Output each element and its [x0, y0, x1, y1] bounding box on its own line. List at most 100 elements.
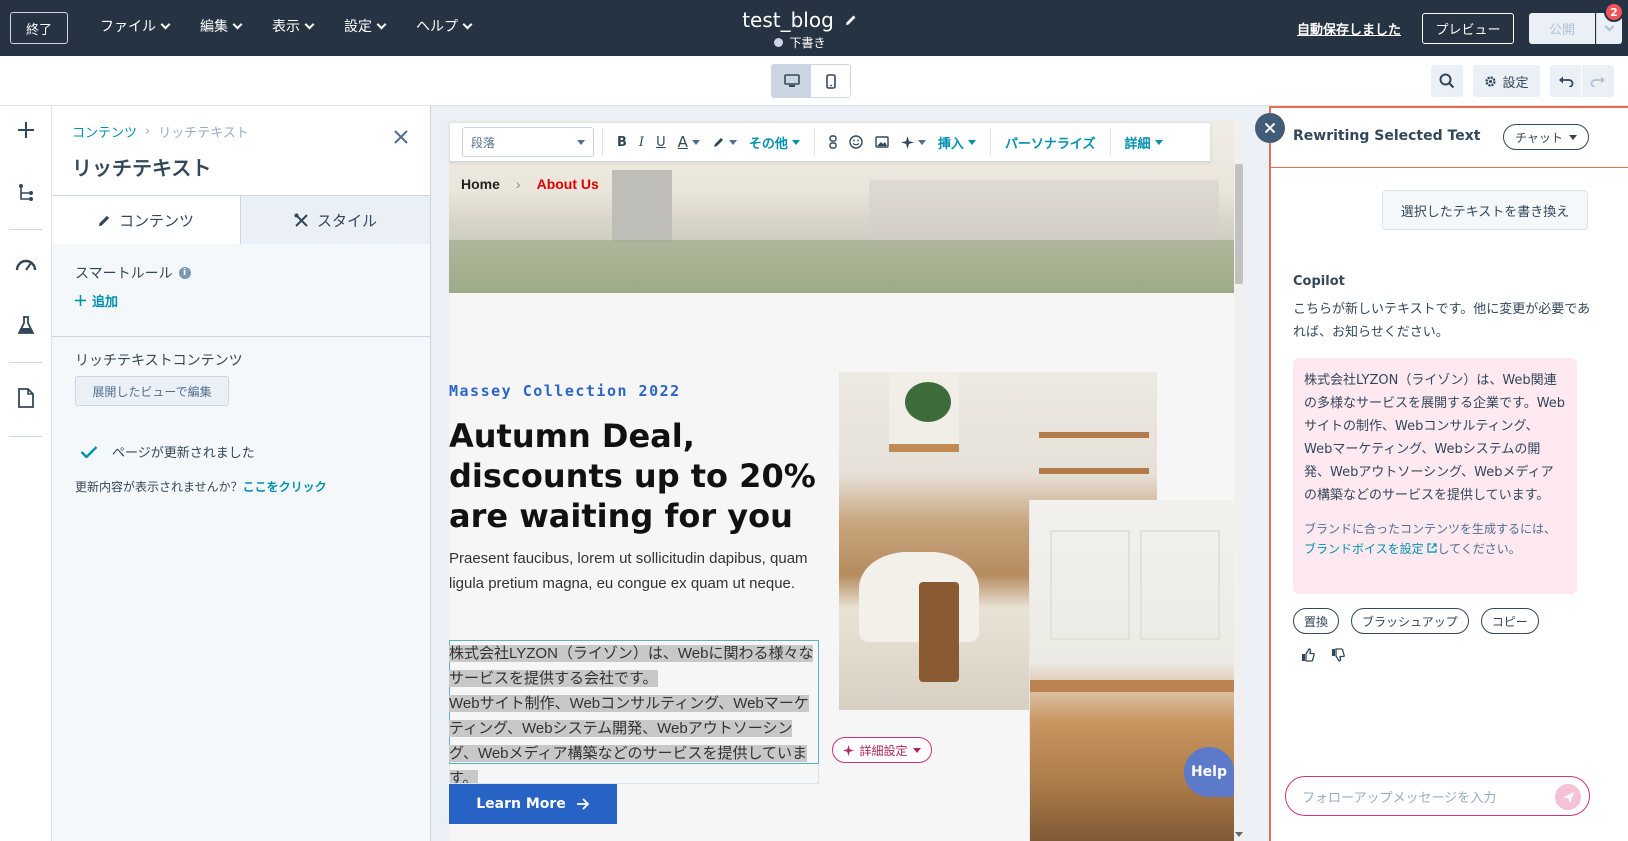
autosave-link[interactable]: 自動保存しました: [1297, 19, 1401, 38]
redo-button[interactable]: [1582, 65, 1614, 97]
desktop-view-button[interactable]: [772, 65, 811, 97]
eyebrow-text[interactable]: Massey Collection 2022: [449, 382, 681, 400]
copilot-panel: Rewriting Selected Text チャット 選択したテキストを書き…: [1269, 106, 1628, 841]
ai-assist-button[interactable]: [900, 135, 926, 149]
menu-help-label: ヘルプ: [416, 19, 458, 35]
caret-down-icon: [1568, 134, 1577, 140]
refresh-link[interactable]: ここをクリック: [243, 480, 327, 494]
search-button[interactable]: [1431, 65, 1463, 97]
bold-button[interactable]: B: [617, 135, 627, 150]
copilot-intro-message: こちらが新しいテキストです。他に変更が必要であれば、お知らせください。: [1293, 302, 1591, 340]
status-dot-icon: [774, 38, 784, 47]
hero-heading[interactable]: Autumn Deal, discounts up to 20% are wai…: [449, 416, 829, 536]
paragraph-format-select[interactable]: 段落: [462, 127, 594, 157]
insert-button[interactable]: 挿入: [938, 133, 976, 152]
layers-button[interactable]: [14, 180, 38, 204]
replace-button[interactable]: 置換: [1293, 608, 1340, 634]
brand-voice-link-label: ブランドボイスを設定: [1304, 542, 1424, 556]
menu-edit[interactable]: 編集: [200, 16, 243, 36]
exit-button[interactable]: 終了: [10, 12, 68, 44]
tab-content[interactable]: コンテンツ: [52, 196, 241, 244]
learn-more-button[interactable]: Learn More: [449, 784, 617, 824]
module-outline: [449, 764, 819, 784]
italic-button[interactable]: I: [639, 135, 644, 150]
rewrite-result-text: 株式会社LYZON（ライゾン）は、Web関連の多様なサービスを展開する企業です。…: [1304, 373, 1566, 503]
scroll-down-icon[interactable]: [1235, 830, 1243, 838]
advanced-settings-button[interactable]: 詳細設定: [832, 737, 932, 763]
page-breadcrumb-home[interactable]: Home: [461, 176, 500, 192]
close-icon[interactable]: [392, 128, 410, 146]
thumbs-up-icon[interactable]: [1301, 648, 1315, 662]
page-title[interactable]: test_blog: [742, 8, 834, 32]
info-icon[interactable]: i: [178, 267, 191, 279]
personalize-button[interactable]: パーソナライズ: [1005, 133, 1096, 152]
caret-down-icon: [912, 747, 921, 753]
module-side-panel: コンテンツ › リッチテキスト リッチテキスト コンテンツ スタイル スマートル…: [52, 106, 431, 841]
selected-text-line1: 株式会社LYZON（ライゾン）は、Webに関わる様々なサービスを提供する会社です…: [449, 645, 814, 687]
side-panel-tabs: コンテンツ スタイル: [52, 196, 430, 244]
mobile-icon: [825, 73, 836, 89]
more-format-button[interactable]: その他: [749, 133, 800, 152]
smart-rule-text: スマートルール: [75, 266, 173, 282]
font-color-glyph: A: [677, 133, 688, 151]
image-icon: [875, 136, 889, 148]
highlight-button[interactable]: [712, 136, 737, 149]
menu-help[interactable]: ヘルプ: [416, 16, 473, 36]
brushup-button[interactable]: ブラッシュアップ: [1351, 608, 1469, 634]
hero-body[interactable]: Praesent faucibus, lorem ut sollicitudin…: [449, 546, 824, 596]
tab-style[interactable]: スタイル: [241, 196, 430, 244]
side-panel-header: コンテンツ › リッチテキスト リッチテキスト: [52, 106, 430, 196]
brand-voice-note-suffix: してください。: [1437, 542, 1521, 556]
menu-file[interactable]: ファイル: [100, 16, 171, 36]
brand-voice-link[interactable]: ブランドボイスを設定: [1304, 542, 1438, 556]
optimize-button[interactable]: [14, 252, 38, 276]
menu-view[interactable]: 表示: [272, 16, 315, 36]
page-settings-button[interactable]: [14, 386, 38, 410]
help-button[interactable]: Help: [1184, 747, 1234, 797]
close-copilot-button[interactable]: [1255, 113, 1285, 143]
menu-settings[interactable]: 設定: [344, 16, 387, 36]
copilot-mode-select[interactable]: チャット: [1503, 124, 1589, 150]
toolbar-divider: [1109, 128, 1111, 156]
mobile-view-button[interactable]: [811, 65, 850, 97]
preview-button[interactable]: プレビュー: [1422, 13, 1514, 44]
breadcrumb-parent[interactable]: コンテンツ: [72, 122, 137, 141]
chevron-down-icon: [304, 19, 315, 29]
learn-more-label: Learn More: [476, 796, 566, 812]
undo-button[interactable]: [1550, 65, 1582, 97]
refresh-hint: 更新内容が表示されませんか？ここをクリック: [75, 478, 327, 495]
link-button[interactable]: [829, 135, 837, 149]
image-button[interactable]: [875, 136, 889, 148]
font-color-button[interactable]: A: [678, 133, 700, 151]
underline-button[interactable]: U: [656, 135, 666, 150]
breadcrumb-current: リッチテキスト: [158, 126, 249, 141]
side-panel-title: リッチテキスト: [72, 156, 212, 180]
advanced-button[interactable]: 詳細: [1125, 133, 1163, 152]
emoji-button[interactable]: [849, 135, 863, 149]
send-button[interactable]: [1555, 784, 1581, 810]
settings-button[interactable]: 設定: [1473, 65, 1540, 97]
toolbar-divider: [989, 128, 991, 156]
pencil-icon[interactable]: [844, 13, 858, 27]
followup-input[interactable]: フォローアップメッセージを入力: [1285, 776, 1590, 816]
caret-down-icon: [691, 139, 700, 145]
search-icon: [1439, 73, 1455, 89]
copilot-mode-label: チャット: [1515, 130, 1563, 145]
add-module-button[interactable]: [14, 118, 38, 142]
tools-icon: [294, 213, 308, 227]
chevron-down-icon: [462, 19, 473, 29]
status-row: 下書き: [700, 34, 900, 51]
add-smart-rule-button[interactable]: 追加: [75, 291, 118, 310]
tab-content-label: コンテンツ: [118, 211, 194, 230]
caret-down-icon: [917, 139, 926, 145]
external-link-icon: [1427, 543, 1438, 553]
notification-badge[interactable]: 2: [1604, 2, 1624, 22]
page-breadcrumb-current: About Us: [536, 176, 599, 192]
thumbs-down-icon[interactable]: [1331, 648, 1345, 662]
copy-button[interactable]: コピー: [1480, 608, 1539, 634]
publish-button[interactable]: 公開: [1529, 13, 1595, 44]
caret-down-icon: [791, 139, 800, 145]
canvas-scrollbar-thumb[interactable]: [1235, 164, 1243, 284]
expand-editor-button[interactable]: 展開したビューで編集: [75, 376, 229, 406]
test-button[interactable]: [14, 313, 38, 337]
